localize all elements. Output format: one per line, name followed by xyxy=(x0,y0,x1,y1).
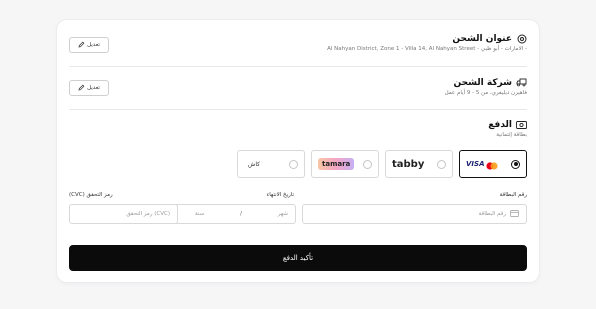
payment-heading: الدفع xyxy=(69,119,527,130)
checkout-card: عنوان الشحن - الامارات - أبو ظبي - Al Na… xyxy=(57,20,539,282)
pencil-icon xyxy=(78,84,85,93)
edit-company-label: تعديل xyxy=(87,85,100,91)
card-number-label: رقم البطاقة xyxy=(499,192,527,198)
cvc-placeholder: (CVC) رمز التحقق xyxy=(126,211,170,217)
expiry-input[interactable]: شهر / سنة xyxy=(173,204,296,224)
card-number-placeholder: رقم البطاقة xyxy=(478,211,506,217)
credit-card-icon xyxy=(510,209,519,219)
card-number-input[interactable]: رقم البطاقة xyxy=(302,204,527,224)
shipping-company-heading: شركة الشحن xyxy=(69,77,527,88)
edit-shipping-company-button[interactable]: تعديل xyxy=(69,80,109,96)
truck-icon xyxy=(516,77,527,88)
radio-selected-icon[interactable] xyxy=(511,159,520,169)
card-brands: VISA xyxy=(466,155,499,174)
shipping-address-section: عنوان الشحن - الامارات - أبو ظبي - Al Na… xyxy=(69,33,527,53)
expiry-separator: / xyxy=(240,211,242,217)
cvc-label: رمز التحقق (CVC) xyxy=(69,192,113,198)
payment-section: الدفع بطاقة إئتمانية xyxy=(69,119,527,139)
tabby-logo: tabby xyxy=(392,158,425,170)
location-pin-icon xyxy=(516,33,527,44)
payment-option-cash[interactable]: كاش xyxy=(237,150,305,178)
radio-icon[interactable] xyxy=(363,159,372,169)
pencil-icon xyxy=(78,41,85,50)
expiry-month-placeholder: شهر xyxy=(277,211,288,217)
payment-option-tamara[interactable]: tamara xyxy=(311,150,379,178)
shipping-company-text: فاهيرن ديليفري، من 5 - 9 أيام عمل xyxy=(444,90,527,96)
shipping-company-section: شركة الشحن فاهيرن ديليفري، من 5 - 9 أيام… xyxy=(69,77,527,97)
cvc-input[interactable]: (CVC) رمز التحقق xyxy=(69,204,178,224)
divider xyxy=(69,66,527,67)
divider xyxy=(69,109,527,110)
payment-option-card[interactable]: VISA xyxy=(459,150,527,178)
expiry-year-placeholder: سنة xyxy=(195,211,205,217)
edit-address-button[interactable]: تعديل xyxy=(69,37,109,53)
cash-label: كاش xyxy=(248,160,261,168)
payment-option-tabby[interactable]: tabby xyxy=(385,150,453,178)
edit-address-label: تعديل xyxy=(87,42,100,48)
expiry-label: تاريخ الانتهاء xyxy=(266,192,294,198)
payment-title: الدفع xyxy=(488,119,512,130)
payment-subtitle: بطاقة إئتمانية xyxy=(496,132,527,138)
shipping-address-title: عنوان الشحن xyxy=(452,33,512,44)
payment-options: VISA tabby tamara كاش xyxy=(237,150,527,178)
radio-icon[interactable] xyxy=(437,159,446,169)
shipping-address-text: - الامارات - أبو ظبي - Al Nahyan Distric… xyxy=(327,46,527,52)
radio-icon[interactable] xyxy=(289,159,298,169)
mastercard-logo-icon xyxy=(486,155,499,174)
shipping-address-heading: عنوان الشحن xyxy=(69,33,527,44)
confirm-payment-button[interactable]: تأكيد الدفع xyxy=(69,245,527,271)
shipping-company-title: شركة الشحن xyxy=(453,77,512,88)
visa-logo: VISA xyxy=(466,160,485,168)
cash-icon xyxy=(516,119,527,130)
tamara-logo: tamara xyxy=(318,158,355,170)
